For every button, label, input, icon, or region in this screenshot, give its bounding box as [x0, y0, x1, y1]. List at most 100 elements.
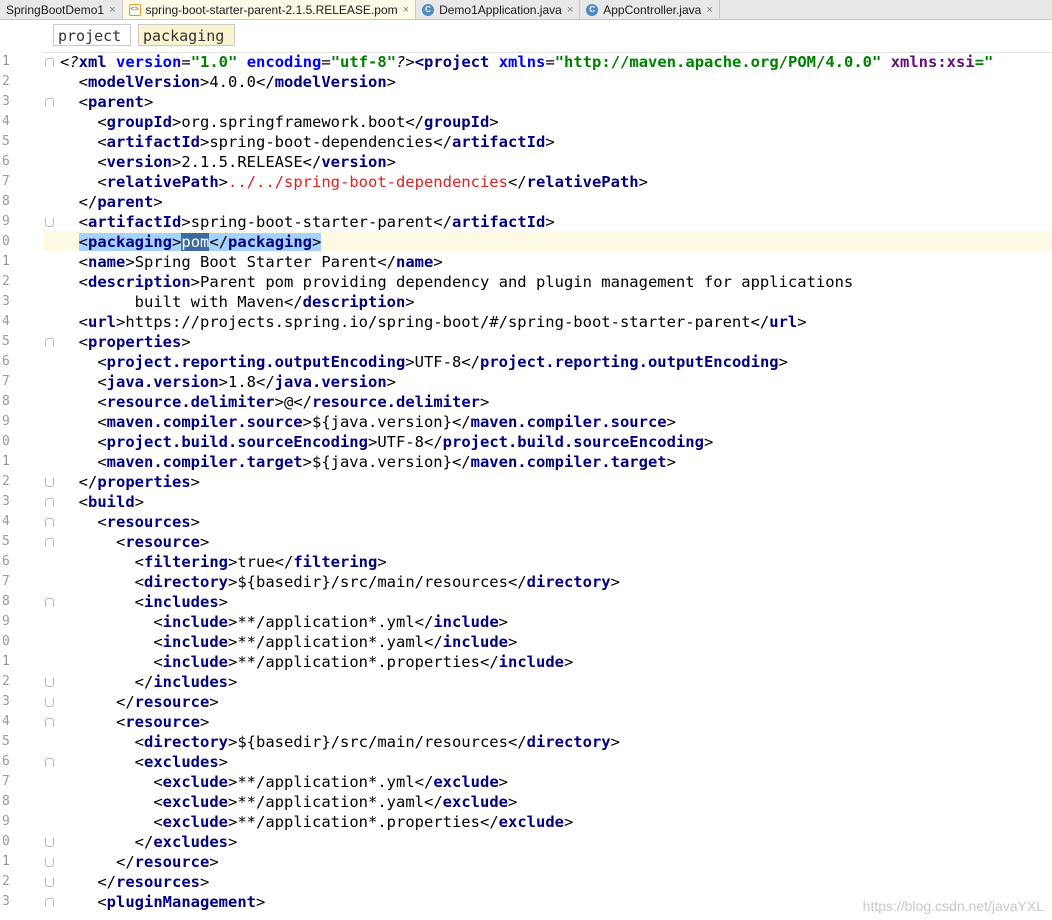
line-number: 7	[2, 774, 10, 789]
line-number: 8	[2, 394, 10, 409]
tag-name: include	[162, 633, 228, 651]
tag-name: java.version	[106, 373, 219, 391]
fold-marker-icon[interactable]	[45, 758, 54, 767]
tab-2[interactable]: C Demo1Application.java ×	[416, 0, 581, 19]
code-line-23: <build>	[60, 492, 144, 512]
editor-tab-bar: SpringBootDemo1 × <> spring-boot-starter-pa…	[0, 0, 1052, 20]
code-line-20: <project.build.sourceEncoding>UTF-8</pro…	[60, 432, 713, 452]
tab-0[interactable]: SpringBootDemo1 ×	[0, 0, 123, 19]
xml-decl-name: xml	[78, 53, 107, 71]
fold-marker-icon[interactable]	[45, 838, 54, 847]
fold-marker-icon[interactable]	[45, 338, 54, 347]
line-number: 2	[2, 674, 10, 689]
code-line-41: </resource>	[60, 852, 219, 872]
code-line-27: <directory>${basedir}/src/main/resources…	[60, 572, 620, 592]
line-number: 6	[2, 154, 10, 169]
element-text: 1.8	[228, 373, 256, 391]
line-number: 1	[2, 254, 10, 269]
fold-marker-icon[interactable]	[45, 538, 54, 547]
tag-name: version	[321, 153, 387, 171]
line-number: 1	[2, 454, 10, 469]
fold-marker-icon[interactable]	[45, 718, 54, 727]
line-number: 9	[2, 814, 10, 829]
line-number: 6	[2, 554, 10, 569]
element-text: true	[237, 553, 275, 571]
tab-3[interactable]: C AppController.java ×	[580, 0, 720, 19]
fold-marker-icon[interactable]	[45, 698, 54, 707]
line-number: 2	[2, 474, 10, 489]
tab-label: AppController.java	[603, 2, 702, 17]
code-line-19: <maven.compiler.source>${java.version}</…	[60, 412, 676, 432]
tag-name: exclude	[442, 793, 508, 811]
tag-name: directory	[526, 733, 611, 751]
line-number: 1	[2, 54, 10, 69]
fold-marker-icon[interactable]	[45, 858, 54, 867]
tag-name: artifactId	[452, 213, 546, 231]
code-line-28: <includes>	[60, 592, 228, 612]
breadcrumb-project[interactable]: project	[53, 24, 131, 46]
element-text: **/application*.yml	[237, 613, 415, 631]
attr-xmlns: xmlns	[498, 53, 546, 71]
breadcrumb: project packaging	[0, 20, 1052, 53]
tag-name: include	[442, 633, 508, 651]
tab-1[interactable]: <> spring-boot-starter-parent-2.1.5.RELEA…	[122, 0, 417, 19]
element-text: UTF-8	[377, 433, 424, 451]
tag-name: resource	[134, 693, 210, 711]
tag-name: relativePath	[106, 173, 219, 191]
line-number: 4	[2, 314, 10, 329]
code-line-11: <name>Spring Boot Starter Parent</name>	[60, 252, 443, 272]
line-number: 2	[2, 74, 10, 89]
code-line-21: <maven.compiler.target>${java.version}</…	[60, 452, 676, 472]
line-number: 2	[2, 874, 10, 889]
fold-marker-icon[interactable]	[45, 498, 54, 507]
code-editor[interactable]: <?xml version="1.0" encoding="utf-8"?><p…	[60, 52, 1052, 920]
element-text: **/application*.properties	[237, 813, 480, 831]
line-number: 7	[2, 374, 10, 389]
tag-name: filtering	[293, 553, 378, 571]
fold-marker-icon[interactable]	[45, 518, 54, 527]
line-number: 0	[2, 234, 10, 249]
tag-name: project.reporting.outputEncoding	[479, 353, 779, 371]
fold-marker-icon[interactable]	[45, 598, 54, 607]
code-line-15: <properties>	[60, 332, 191, 352]
fold-marker-icon[interactable]	[45, 58, 54, 67]
tag-name: artifactId	[88, 213, 182, 231]
code-line-43: <pluginManagement>	[60, 892, 265, 912]
tag-name: groupId	[106, 113, 172, 131]
close-icon[interactable]: ×	[567, 4, 573, 16]
fold-marker-icon[interactable]	[45, 478, 54, 487]
fold-marker-icon[interactable]	[45, 678, 54, 687]
attr-version-value: "1.0"	[190, 53, 238, 71]
code-line-7: <relativePath>../../spring-boot-dependen…	[60, 172, 648, 192]
fold-marker-icon[interactable]	[45, 218, 54, 227]
line-number: 5	[2, 134, 10, 149]
close-icon[interactable]: ×	[109, 4, 115, 16]
tag-name: exclude	[433, 773, 499, 791]
breadcrumb-packaging[interactable]: packaging	[138, 24, 235, 46]
code-line-18: <resource.delimiter>@</resource.delimite…	[60, 392, 489, 412]
tab-label: spring-boot-starter-parent-2.1.5.RELEASE…	[145, 2, 398, 17]
element-text: built with Maven	[134, 293, 284, 311]
close-icon[interactable]: ×	[706, 4, 712, 16]
code-line-2: <modelVersion>4.0.0</modelVersion>	[60, 72, 396, 92]
line-number: 5	[2, 534, 10, 549]
fold-marker-icon[interactable]	[45, 898, 54, 907]
fold-marker-icon[interactable]	[45, 878, 54, 887]
fold-marker-icon[interactable]	[45, 98, 54, 107]
close-icon[interactable]: ×	[403, 4, 409, 16]
